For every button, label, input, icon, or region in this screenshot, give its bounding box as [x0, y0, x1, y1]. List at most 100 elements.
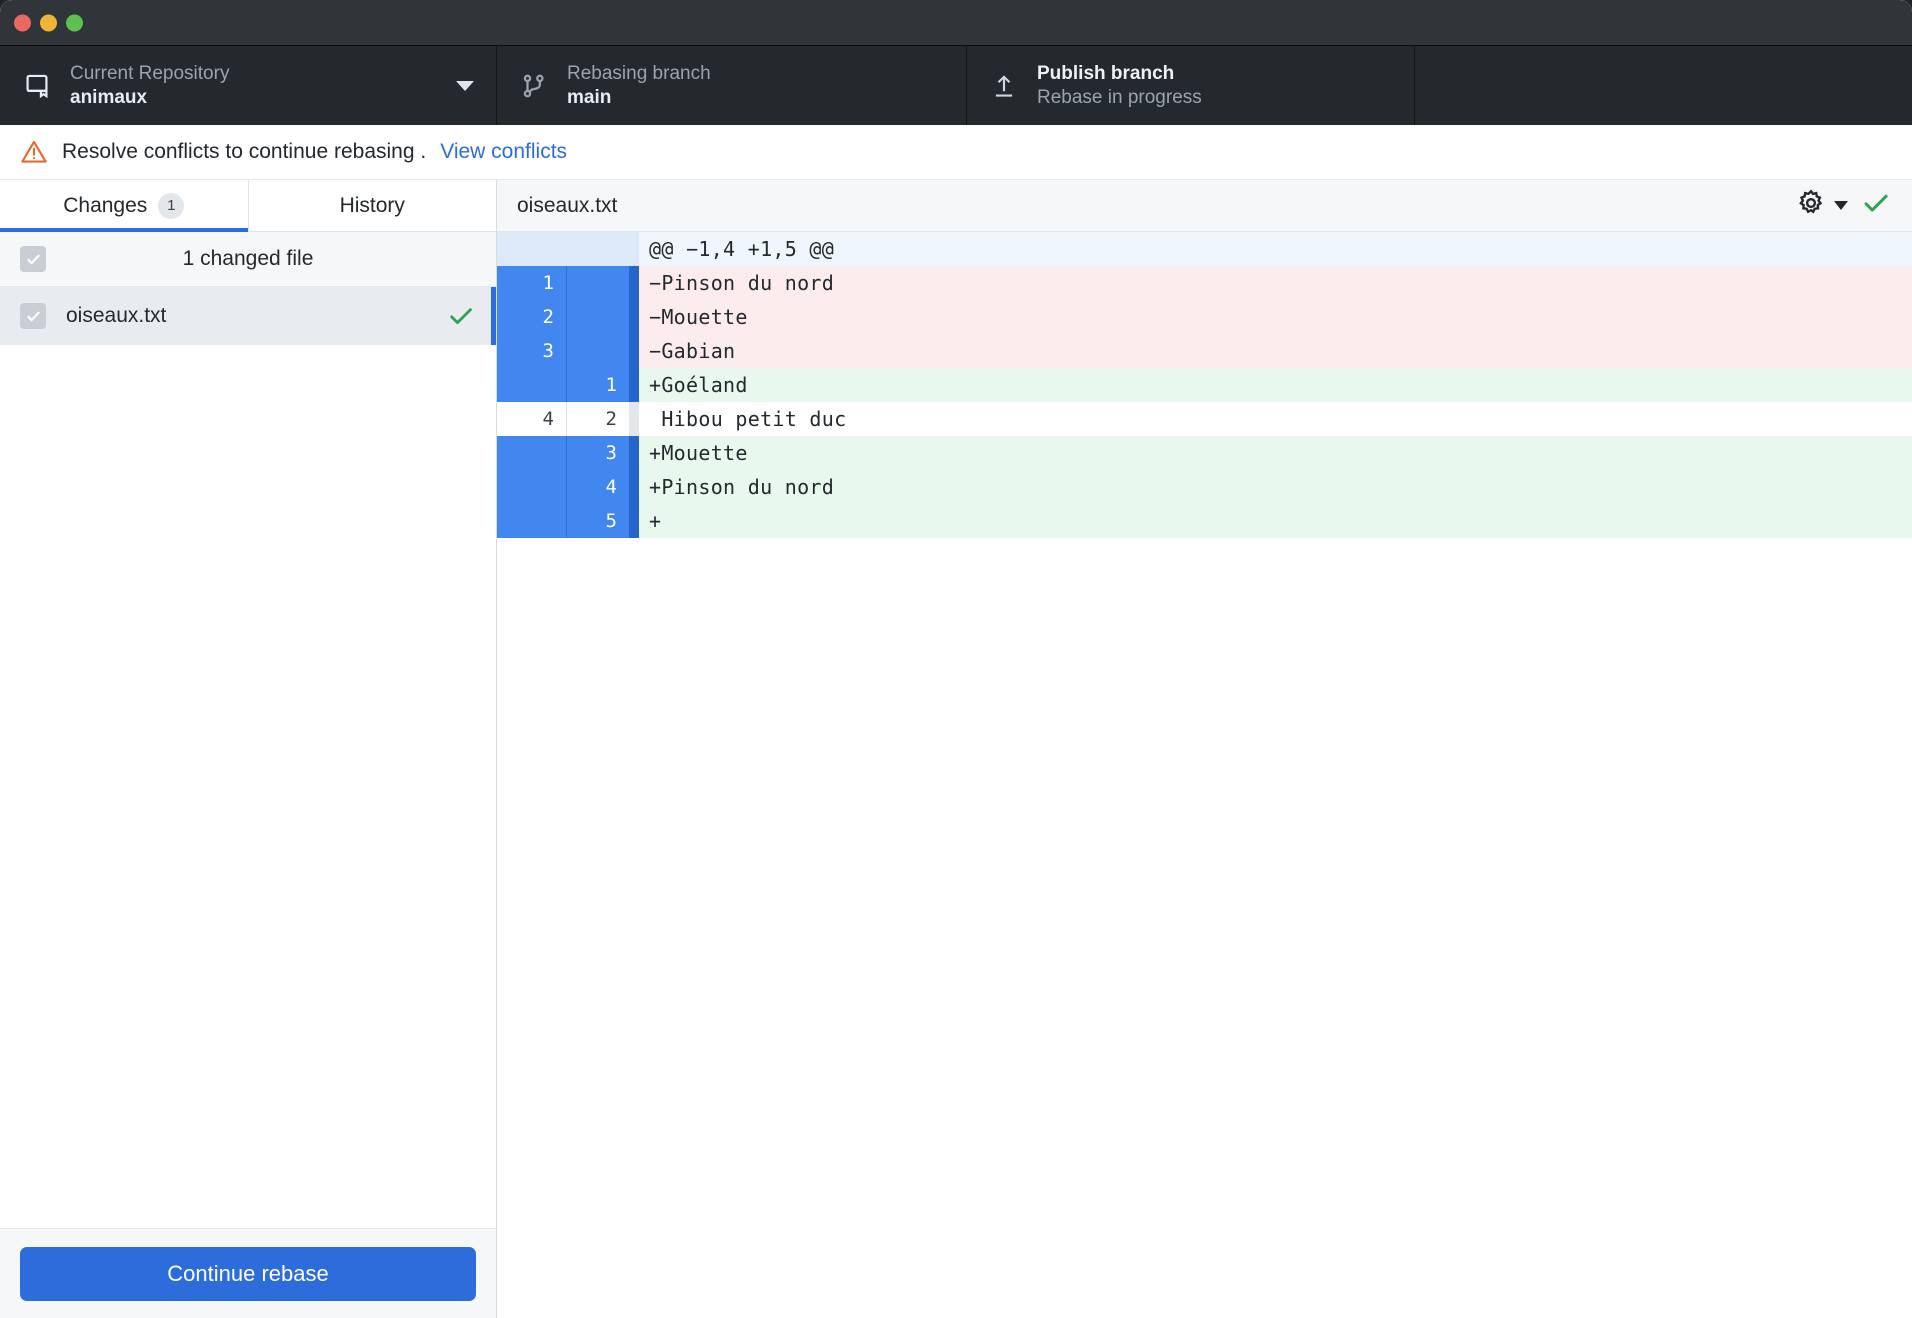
publish-subtitle: Rebase in progress	[1037, 87, 1202, 108]
github-desktop-window: Current Repository animaux Rebasing bran…	[0, 0, 1912, 1318]
diff-file-title: oiseaux.txt	[517, 193, 618, 217]
minimize-window-button[interactable]	[40, 14, 57, 31]
diff-gutter-old[interactable]: 2	[497, 300, 566, 334]
diff-line-text: +	[639, 504, 1912, 538]
repository-text: Current Repository animaux	[70, 63, 229, 109]
diff-selection-stripe	[629, 436, 639, 470]
view-conflicts-link[interactable]: View conflicts	[440, 140, 567, 164]
warning-icon	[20, 138, 48, 166]
sidebar-empty-area	[0, 345, 496, 1228]
diff-gutter-old[interactable]: 4	[497, 402, 566, 436]
diff-rows: @@ −1,4 +1,5 @@ 1 −Pinson du nord 2 −Mouette…	[497, 232, 1912, 538]
tab-history[interactable]: History	[247, 180, 496, 231]
diff-line-text: Hibou petit duc	[639, 402, 1912, 436]
diff-gutter-old[interactable]	[497, 436, 566, 470]
diff-header: oiseaux.txt	[497, 180, 1912, 232]
diff-selection-stripe	[629, 402, 639, 436]
diff-gutter-old[interactable]	[497, 232, 566, 266]
current-repository-button[interactable]: Current Repository animaux	[0, 46, 497, 125]
repo-icon	[22, 71, 52, 101]
diff-gutter-old[interactable]	[497, 504, 566, 538]
diff-selection-stripe	[629, 368, 639, 402]
diff-line-add[interactable]: 5 +	[497, 504, 1912, 538]
branch-text: Rebasing branch main	[567, 63, 711, 109]
diff-selection-stripe	[629, 300, 639, 334]
branch-label: Rebasing branch	[567, 62, 711, 84]
publish-text: Publish branch Rebase in progress	[1037, 63, 1202, 109]
diff-gutter-new[interactable]: 1	[567, 368, 629, 402]
file-name: oiseaux.txt	[66, 304, 167, 327]
diff-gutter-new[interactable]: 2	[567, 402, 629, 436]
diff-line-add[interactable]: 4 +Pinson du nord	[497, 470, 1912, 504]
repository-label: Current Repository	[70, 62, 230, 84]
toolbar: Current Repository animaux Rebasing bran…	[0, 45, 1912, 125]
diff-line-text: +Pinson du nord	[639, 470, 1912, 504]
current-branch-button[interactable]: Rebasing branch main	[497, 46, 967, 125]
diff-gutter-old[interactable]: 3	[497, 334, 566, 368]
diff-content[interactable]: @@ −1,4 +1,5 @@ 1 −Pinson du nord 2 −Mouette…	[497, 232, 1912, 1318]
diff-selection-stripe	[629, 504, 639, 538]
chevron-down-icon	[456, 80, 474, 91]
diff-gutter-new[interactable]: 5	[567, 504, 629, 538]
zoom-window-button[interactable]	[66, 14, 83, 31]
diff-line-text: +Mouette	[639, 436, 1912, 470]
main-content: Changes 1 History 1 changed file oiseaux…	[0, 180, 1912, 1318]
tab-changes-badge: 1	[158, 192, 185, 219]
diff-selection-stripe	[629, 266, 639, 300]
diff-gutter-new[interactable]	[567, 266, 629, 300]
changed-files-header: 1 changed file	[0, 232, 496, 287]
diff-line-add[interactable]: 1 +Goéland	[497, 368, 1912, 402]
diff-actions	[1796, 187, 1892, 224]
diff-gutter-new[interactable]: 3	[567, 436, 629, 470]
changed-files-count: 1 changed file	[182, 247, 314, 270]
diff-gutter-old[interactable]: 1	[497, 266, 566, 300]
diff-line-ctx[interactable]: 42 Hibou petit duc	[497, 402, 1912, 436]
traffic-lights	[14, 14, 83, 31]
check-icon	[446, 301, 476, 331]
diff-selection-stripe	[629, 470, 639, 504]
publish-branch-button[interactable]: Publish branch Rebase in progress	[967, 46, 1415, 125]
list-item[interactable]: oiseaux.txt	[0, 287, 496, 345]
conflict-banner: Resolve conflicts to continue rebasing .…	[0, 125, 1912, 180]
diff-gutter-new[interactable]: 4	[567, 470, 629, 504]
diff-pane: oiseaux.txt @@ −1,4 +1,5 @@ 1 −Pinson du…	[497, 180, 1912, 1318]
close-window-button[interactable]	[14, 14, 31, 31]
diff-line-del[interactable]: 1 −Pinson du nord	[497, 266, 1912, 300]
file-checkbox[interactable]	[20, 303, 46, 329]
diff-line-text: +Goéland	[639, 368, 1912, 402]
upload-icon	[989, 71, 1019, 101]
diff-selection-stripe	[629, 334, 639, 368]
tab-changes[interactable]: Changes 1	[0, 180, 248, 232]
select-all-checkbox[interactable]	[20, 246, 46, 272]
diff-gutter-new[interactable]	[567, 334, 629, 368]
diff-line-hunk[interactable]: @@ −1,4 +1,5 @@	[497, 232, 1912, 266]
diff-options-button[interactable]	[1796, 188, 1848, 223]
chevron-down-icon	[1834, 201, 1848, 210]
diff-line-add[interactable]: 3 +Mouette	[497, 436, 1912, 470]
repository-name: animaux	[70, 87, 148, 108]
tab-history-label: History	[339, 193, 405, 217]
diff-line-text: −Pinson du nord	[639, 266, 1912, 300]
diff-line-text: −Mouette	[639, 300, 1912, 334]
diff-line-del[interactable]: 2 −Mouette	[497, 300, 1912, 334]
title-bar	[0, 0, 1912, 45]
diff-gutter-old[interactable]	[497, 368, 566, 402]
branch-name: main	[567, 87, 612, 108]
diff-line-text: −Gabian	[639, 334, 1912, 368]
diff-selection-stripe	[629, 232, 639, 266]
diff-line-del[interactable]: 3 −Gabian	[497, 334, 1912, 368]
continue-rebase-button[interactable]: Continue rebase	[20, 1246, 476, 1301]
sidebar-footer: Continue rebase	[0, 1228, 496, 1318]
publish-title: Publish branch	[1037, 62, 1175, 84]
branch-icon	[519, 71, 549, 101]
diff-gutter-new[interactable]	[567, 232, 629, 266]
diff-gutter-new[interactable]	[567, 300, 629, 334]
gear-icon	[1796, 188, 1826, 223]
changes-sidebar: Changes 1 History 1 changed file oiseaux…	[0, 180, 497, 1318]
diff-gutter-old[interactable]	[497, 470, 566, 504]
diff-line-text: @@ −1,4 +1,5 @@	[639, 232, 1912, 266]
sidebar-tabs: Changes 1 History	[0, 180, 496, 232]
diff-resolved-check-icon	[1860, 187, 1892, 224]
tab-changes-label: Changes	[63, 193, 148, 217]
